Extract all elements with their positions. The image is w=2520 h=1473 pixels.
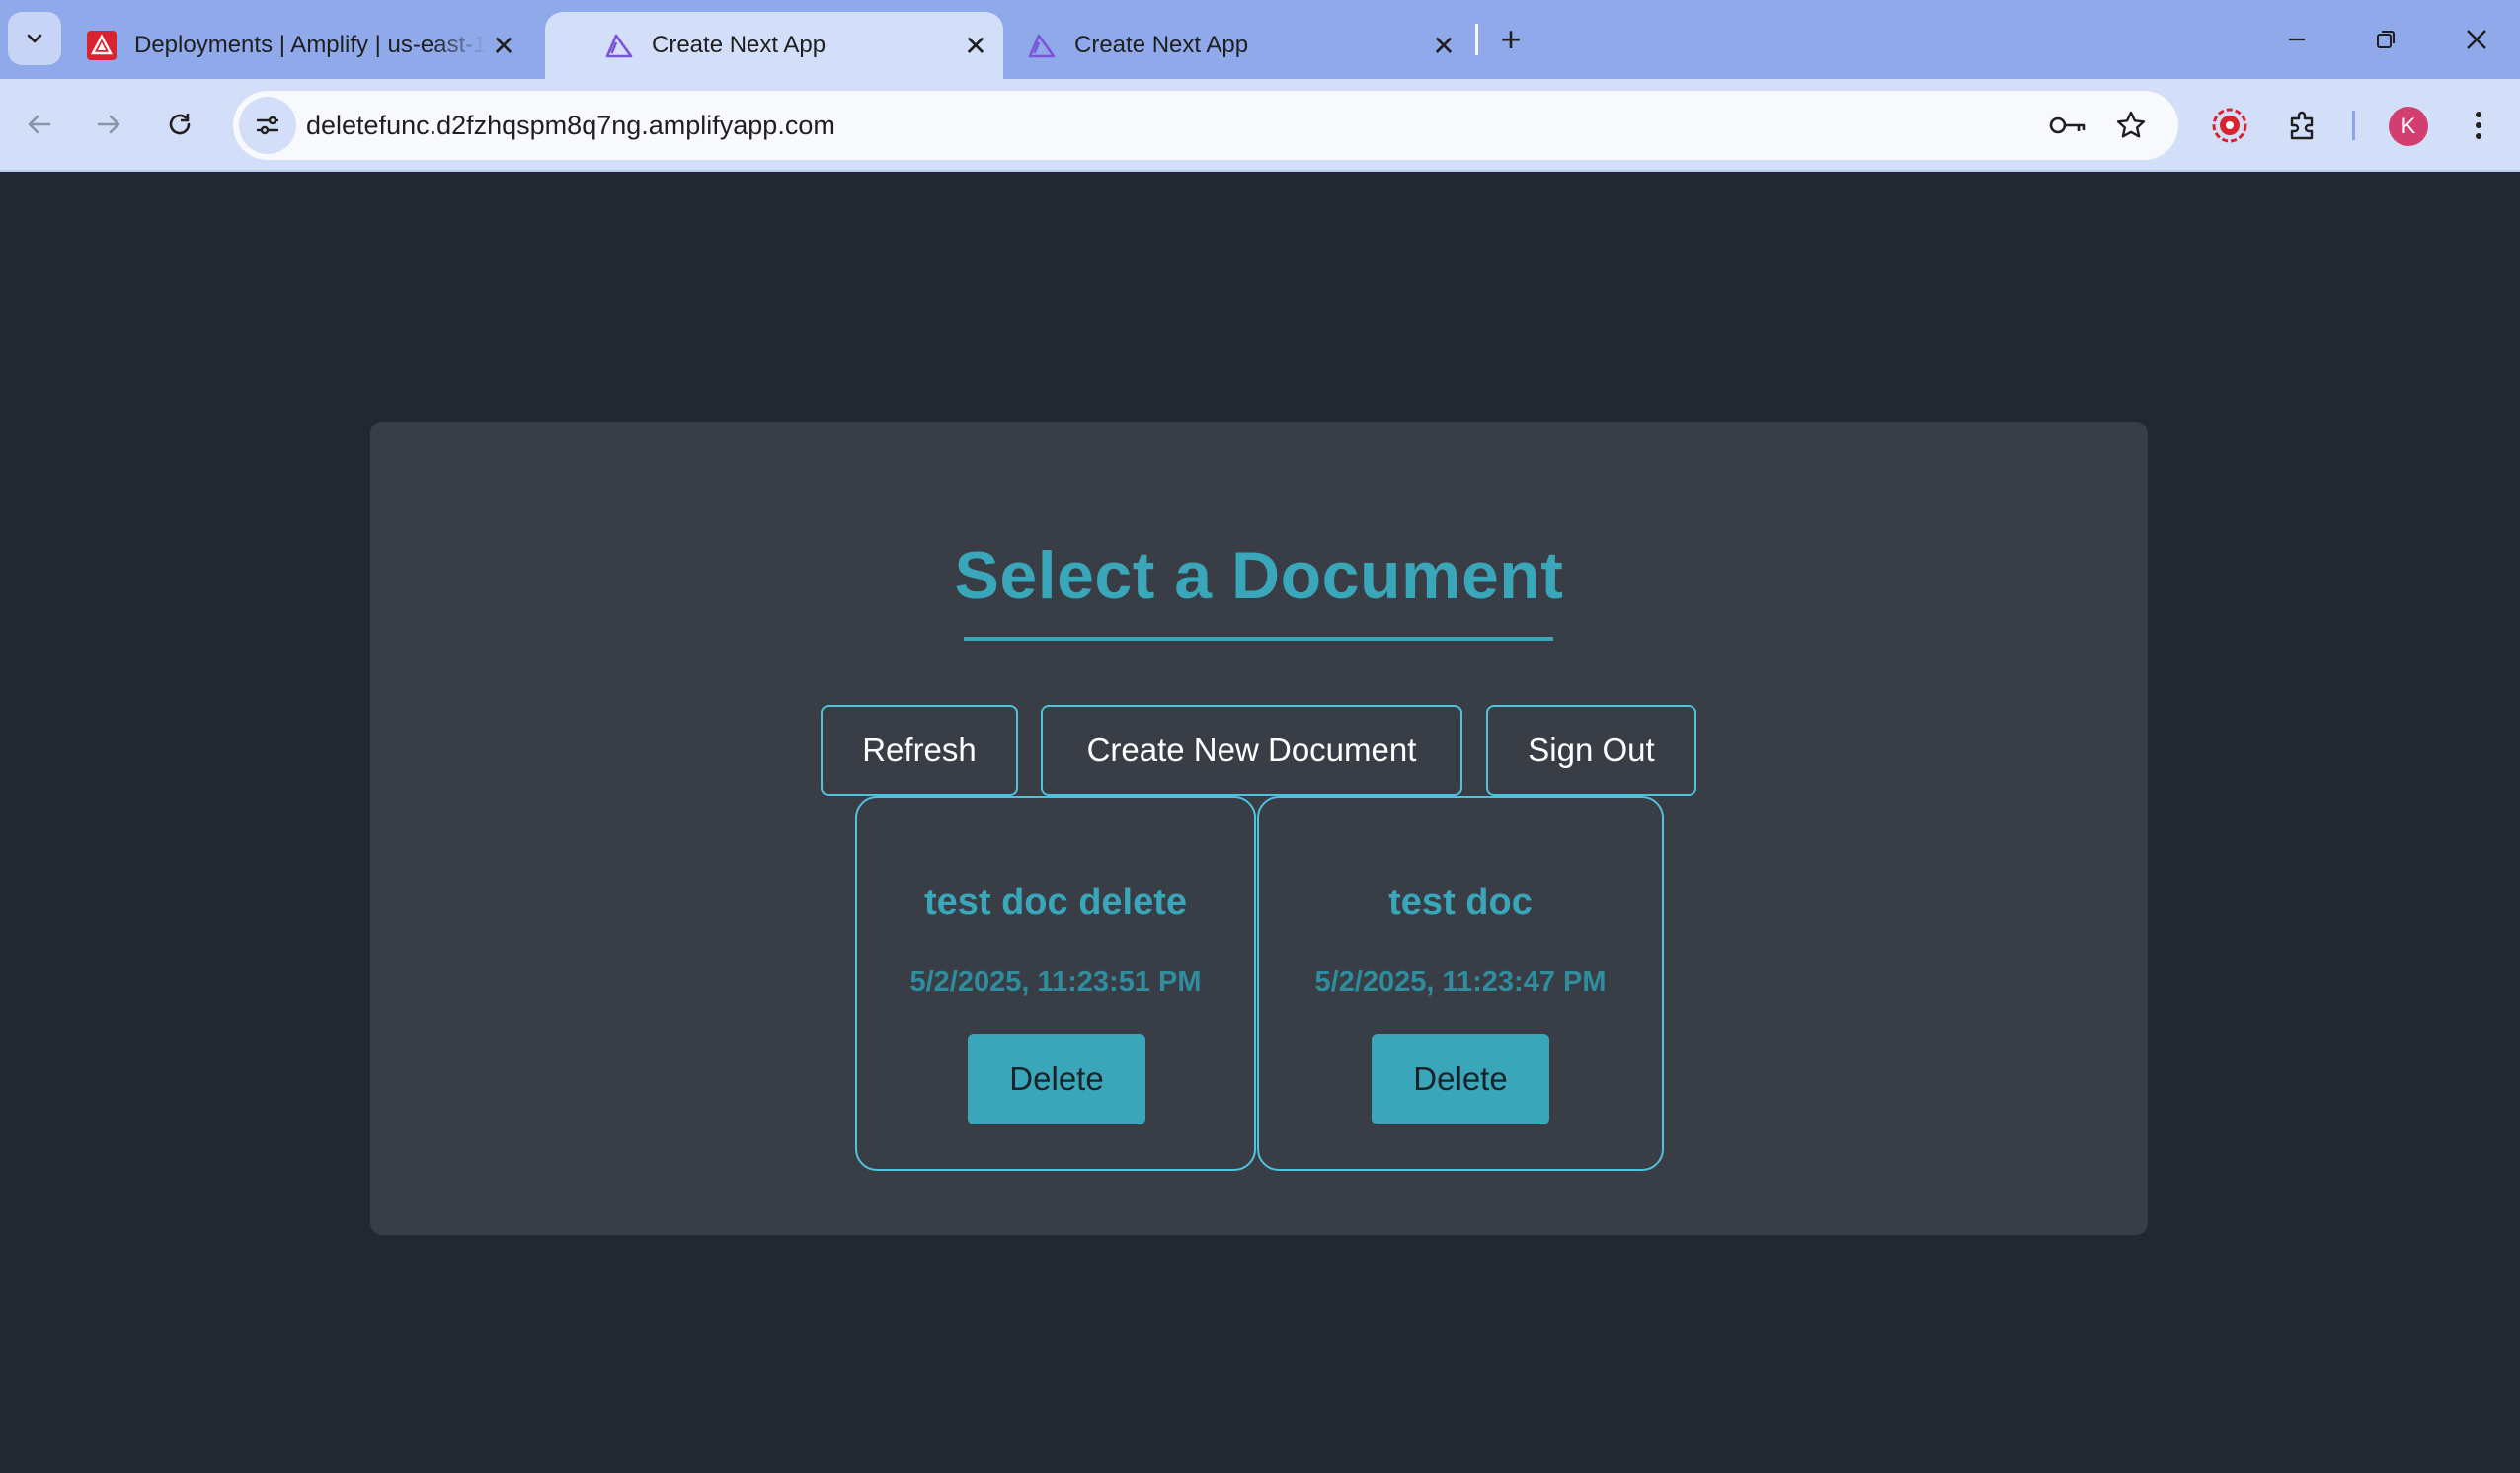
refresh-button[interactable]: Refresh [821,705,1018,796]
bookmark-star-icon[interactable] [2107,102,2155,149]
aws-amplify-icon [87,31,117,60]
tab-title: Deployments | Amplify | us-east-1 [134,32,486,58]
create-new-document-button[interactable]: Create New Document [1041,705,1462,796]
close-tab-icon[interactable]: ✕ [486,28,521,63]
password-key-icon[interactable] [2044,102,2091,149]
tab-create-next-app[interactable]: Create Next App ✕ [1027,12,1461,79]
site-settings-icon[interactable] [239,97,296,154]
document-title[interactable]: test doc [1259,882,1662,924]
amplify-logo-icon [1027,31,1057,60]
close-tab-icon[interactable]: ✕ [958,28,993,63]
document-date: 5/2/2025, 11:23:51 PM [909,967,1202,998]
profile-avatar[interactable]: K [2389,107,2428,146]
extension-badge-icon[interactable] [2202,98,2257,153]
page-title: Select a Document [954,538,1564,613]
tab-create-next-app-active[interactable]: Create Next App ✕ [545,12,1003,79]
toolbar-separator [2352,111,2355,140]
minimize-icon[interactable] [2267,14,2326,65]
sign-out-button[interactable]: Sign Out [1486,705,1696,796]
document-panel: Select a Document Refresh Create New Doc… [370,422,2148,1235]
address-bar[interactable]: deletefunc.d2fzhqspm8q7ng.amplifyapp.com [233,91,2178,160]
amplify-logo-icon [604,31,634,60]
forward-arrow-icon[interactable] [79,95,138,154]
more-menu-icon[interactable] [2451,98,2506,153]
new-tab-button[interactable]: + [1489,19,1533,59]
back-arrow-icon[interactable] [10,95,69,154]
close-window-icon[interactable] [2447,14,2506,65]
chevron-down-icon [27,34,42,43]
reload-icon[interactable] [150,95,209,154]
document-title[interactable]: test doc delete [857,882,1254,924]
tab-title: Create Next App [652,32,827,58]
extensions-puzzle-icon[interactable] [2275,98,2330,153]
tab-title: Create Next App [1074,32,1249,58]
tab-amplify-deployments[interactable]: Deployments | Amplify | us-east-1 ✕ [87,12,521,79]
browser-toolbar: deletefunc.d2fzhqspm8q7ng.amplifyapp.com… [0,79,2520,172]
title-underline [964,637,1553,641]
document-date: 5/2/2025, 11:23:47 PM [1314,967,1607,998]
url-text[interactable]: deletefunc.d2fzhqspm8q7ng.amplifyapp.com [306,91,835,160]
document-card[interactable]: test doc 5/2/2025, 11:23:47 PM Delete [1257,796,1664,1171]
browser-tab-bar: Deployments | Amplify | us-east-1 ✕ Crea… [0,0,2520,79]
tab-search-button[interactable] [8,12,61,65]
restore-icon[interactable] [2356,14,2415,65]
close-tab-icon[interactable]: ✕ [1426,28,1461,63]
delete-button[interactable]: Delete [968,1034,1145,1124]
delete-button[interactable]: Delete [1372,1034,1549,1124]
tab-separator [1475,24,1478,55]
document-card[interactable]: test doc delete 5/2/2025, 11:23:51 PM De… [855,796,1256,1171]
